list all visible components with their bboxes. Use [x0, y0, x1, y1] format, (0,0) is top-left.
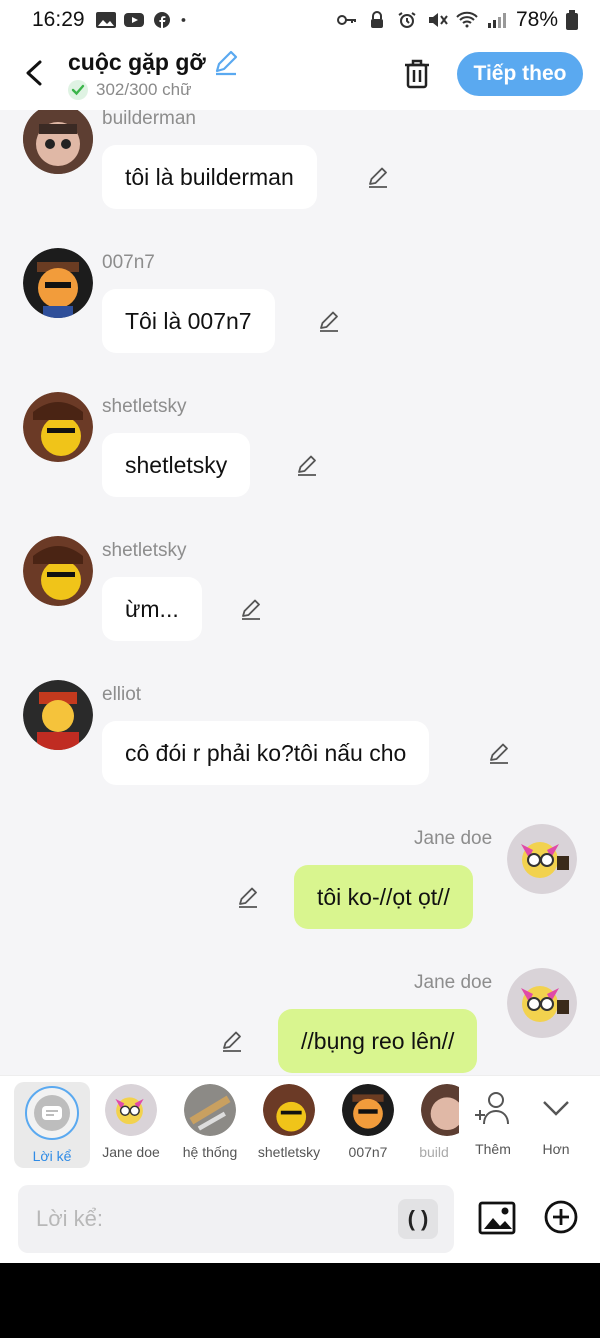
chevron-down-icon: [543, 1101, 569, 1116]
message-bubble[interactable]: shetletsky: [102, 433, 251, 497]
edit-message-icon[interactable]: [295, 453, 319, 477]
character-label: shetletsky: [257, 1144, 321, 1160]
avatar-007n7[interactable]: [23, 248, 93, 318]
character-avatar: [263, 1084, 315, 1136]
message-author: elliot: [102, 684, 142, 705]
narrator-label: Lời kể: [32, 1148, 72, 1164]
lock-icon: [370, 11, 383, 28]
message-author: Jane doe: [414, 828, 493, 849]
input-row: ( ): [0, 1173, 600, 1263]
battery-percent: 78%: [515, 8, 558, 31]
message-bubble[interactable]: Tôi là 007n7: [102, 289, 275, 353]
battery-icon: [566, 10, 578, 30]
alarm-icon: [398, 12, 416, 28]
story-title-text: cuộc gặp gỡ: [68, 48, 206, 75]
message-bubble[interactable]: ừm...: [102, 577, 202, 641]
character-label: 007n7: [348, 1144, 388, 1160]
character-007n7[interactable]: 007n7: [330, 1084, 406, 1160]
message-bubble[interactable]: tôi là builderman: [102, 145, 317, 209]
nav-back-moon-icon[interactable]: [115, 1281, 155, 1321]
character-bar: Lời kể Jane doe hệ thống shetletsky 007n…: [0, 1075, 600, 1173]
add-label: Thêm: [475, 1141, 511, 1157]
narrator-selector[interactable]: Lời kể: [14, 1082, 90, 1168]
avatar-shetletsky[interactable]: [23, 536, 93, 606]
check-icon: [68, 80, 88, 100]
system-nav-bar: [0, 1263, 600, 1338]
avatar-shetletsky[interactable]: [23, 392, 93, 462]
more-label: Hơn: [542, 1141, 570, 1157]
next-button[interactable]: Tiếp theo: [457, 52, 583, 96]
edit-message-icon[interactable]: [317, 309, 341, 333]
edit-message-icon[interactable]: [487, 741, 511, 765]
status-time: 16:29: [32, 8, 85, 31]
nav-recent-moon-icon[interactable]: [450, 1281, 490, 1321]
gallery-icon: [95, 12, 116, 28]
character-avatar: [421, 1084, 459, 1136]
header: cuộc gặp gỡ 302/300 chữ Tiếp theo: [0, 40, 600, 110]
trash-icon[interactable]: [402, 58, 432, 90]
edit-title-icon[interactable]: [212, 48, 240, 76]
title-wrap: cuộc gặp gỡ 302/300 chữ: [68, 48, 240, 100]
word-count-text: 302/300 chữ: [96, 80, 192, 99]
image-icon[interactable]: [478, 1201, 516, 1235]
parentheses-button[interactable]: ( ): [398, 1199, 438, 1239]
dot-icon: [181, 18, 185, 22]
message-author: builderman: [102, 110, 196, 129]
nav-home-moon-icon[interactable]: [282, 1281, 322, 1321]
narrator-icon: [34, 1095, 70, 1131]
add-character-button[interactable]: Thêm: [463, 1090, 523, 1157]
add-person-icon: [475, 1092, 509, 1125]
character-label: hệ thống: [182, 1144, 238, 1160]
character-he-thong[interactable]: hệ thống: [172, 1084, 248, 1160]
chat-area[interactable]: builderman tôi là builderman 007n7 Tôi l…: [0, 110, 600, 1075]
word-counter: 302/300 chữ: [68, 80, 240, 100]
edit-message-icon[interactable]: [236, 885, 260, 909]
message-bubble[interactable]: //bụng reo lên//: [278, 1009, 478, 1073]
back-arrow-icon[interactable]: [22, 58, 46, 88]
message-author: shetletsky: [102, 540, 187, 561]
message-bubble[interactable]: cô đói r phải ko?tôi nấu cho: [102, 721, 430, 785]
input-box: ( ): [18, 1185, 454, 1253]
avatar-jane-doe[interactable]: [507, 968, 577, 1038]
add-circle-icon[interactable]: [543, 1199, 579, 1235]
edit-message-icon[interactable]: [366, 165, 390, 189]
avatar-jane-doe[interactable]: [507, 824, 577, 894]
story-title[interactable]: cuộc gặp gỡ: [68, 48, 240, 76]
avatar-elliot[interactable]: [23, 680, 93, 750]
message-bubble[interactable]: tôi ko-//ọt ọt//: [294, 865, 473, 929]
character-label: Jane doe: [102, 1144, 160, 1160]
youtube-icon: [123, 13, 144, 27]
message-author: 007n7: [102, 252, 155, 273]
more-button[interactable]: Hơn: [526, 1090, 586, 1157]
narrator-ring: [25, 1086, 79, 1140]
edit-message-icon[interactable]: [239, 597, 263, 621]
character-jane-doe[interactable]: Jane doe: [93, 1084, 169, 1160]
mute-icon: [428, 13, 448, 27]
avatar-builderman[interactable]: [23, 110, 93, 174]
character-avatar: [184, 1084, 236, 1136]
message-author: shetletsky: [102, 396, 187, 417]
character-shetletsky[interactable]: shetletsky: [251, 1084, 327, 1160]
message-author: Jane doe: [414, 972, 493, 993]
wifi-icon: [456, 11, 478, 28]
facebook-icon: [153, 12, 170, 28]
character-avatar: [342, 1084, 394, 1136]
edit-message-icon[interactable]: [220, 1029, 244, 1053]
status-bar: 16:29 78%: [0, 0, 600, 40]
character-label: build: [419, 1144, 449, 1160]
narration-input[interactable]: [18, 1185, 388, 1253]
signal-icon: [487, 13, 506, 28]
character-avatar: [105, 1084, 157, 1136]
character-builderman[interactable]: build: [409, 1084, 459, 1160]
key-icon: [336, 15, 356, 25]
